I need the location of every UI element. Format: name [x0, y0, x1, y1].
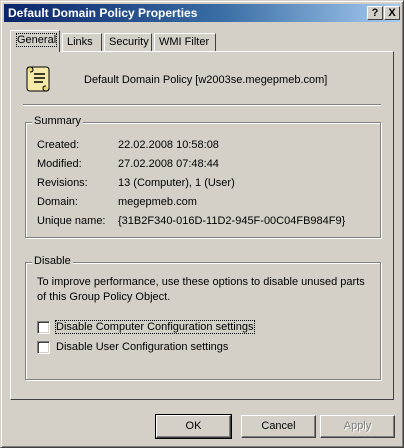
modified-value: 27.02.2008 07:48:44 — [118, 158, 219, 170]
cancel-button[interactable]: Cancel — [241, 415, 316, 438]
policy-name: Default Domain Policy [w2003se.megepmeb.… — [84, 74, 328, 86]
created-label: Created: — [37, 139, 80, 151]
revisions-value: 13 (Computer), 1 (User) — [118, 177, 235, 189]
ok-button[interactable]: OK — [155, 414, 232, 439]
unique-name-label: Unique name: — [37, 215, 106, 227]
domain-label: Domain: — [37, 196, 78, 208]
general-tab-panel: Default Domain Policy [w2003se.megepmeb.… — [10, 51, 394, 400]
checkbox-label[interactable]: Disable User Configuration settings — [56, 341, 228, 353]
summary-groupbox: Summary Created: 22.02.2008 10:58:08 Mod… — [25, 115, 381, 238]
group-policy-scroll-icon — [26, 66, 50, 92]
domain-value: megepmeb.com — [118, 196, 197, 208]
revisions-label: Revisions: — [37, 177, 88, 189]
window-title: Default Domain Policy Properties — [8, 6, 198, 20]
disable-groupbox: Disable To improve performance, use thes… — [25, 255, 381, 380]
disable-legend: Disable — [32, 255, 73, 267]
checkbox-box[interactable] — [37, 341, 50, 354]
tab-wmi-filter[interactable]: WMI Filter — [154, 33, 216, 51]
unique-name-value: {31B2F340-016D-11D2-945F-00C04FB984F9} — [118, 215, 346, 227]
modified-label: Modified: — [37, 158, 82, 170]
close-button[interactable]: X — [384, 6, 400, 20]
tab-security[interactable]: Security — [104, 33, 152, 51]
checkbox-label[interactable]: Disable Computer Configuration settings — [55, 320, 255, 334]
header-divider — [23, 104, 381, 106]
properties-dialog: Default Domain Policy Properties ? X Gen… — [0, 0, 404, 448]
tab-general[interactable]: General — [10, 30, 60, 52]
summary-legend: Summary — [32, 115, 84, 127]
disable-description: To improve performance, use these option… — [37, 276, 365, 303]
checkbox-box[interactable] — [37, 321, 50, 334]
help-button[interactable]: ? — [367, 6, 383, 20]
created-value: 22.02.2008 10:58:08 — [118, 139, 219, 151]
tab-links[interactable]: Links — [62, 33, 102, 51]
title-bar[interactable]: Default Domain Policy Properties ? X — [4, 4, 400, 22]
apply-button[interactable]: Apply — [320, 415, 395, 438]
